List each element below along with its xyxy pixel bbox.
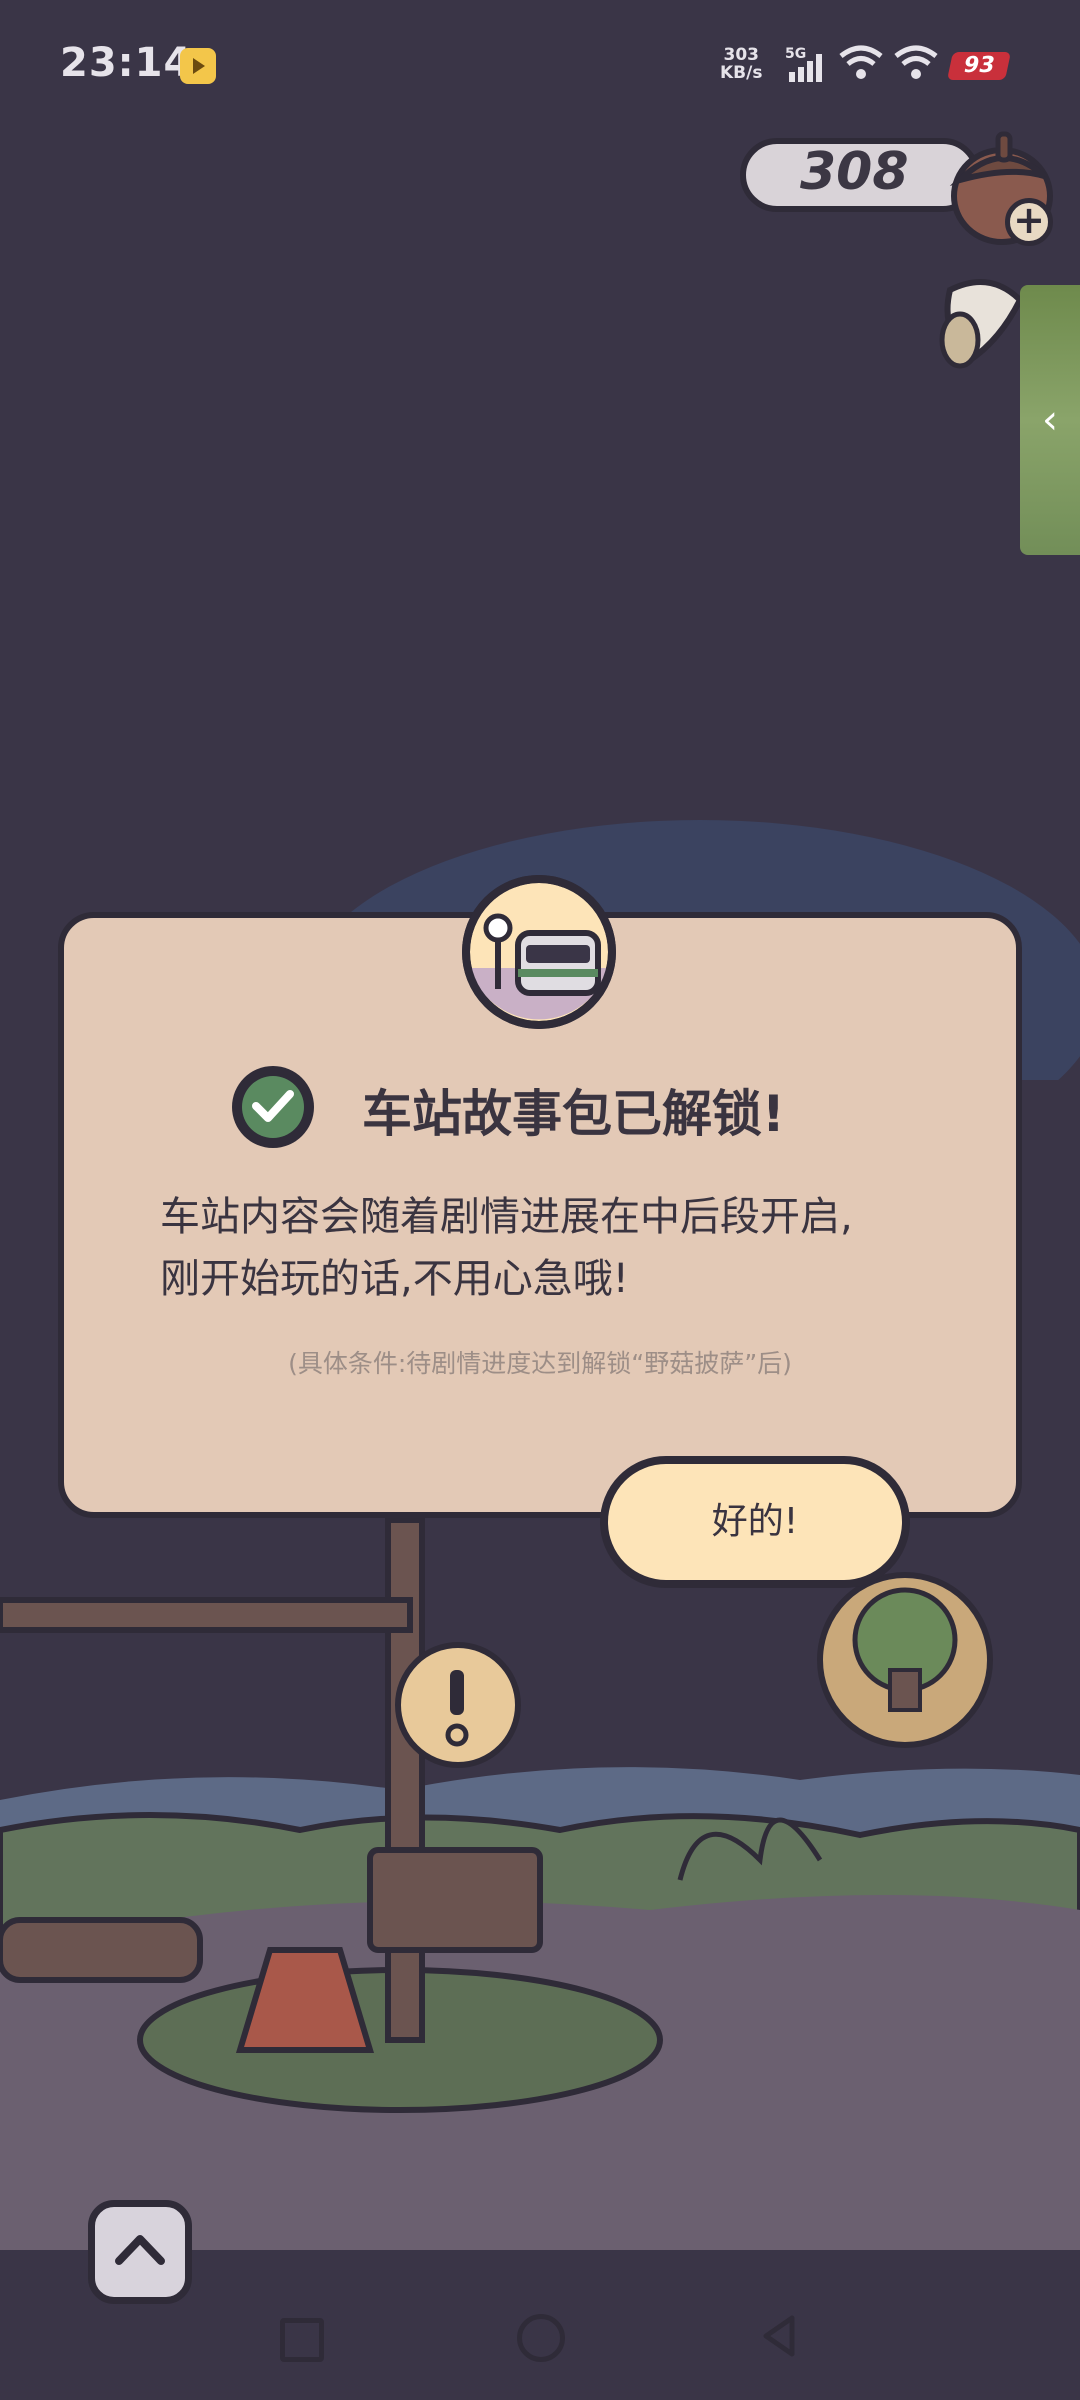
battery-indicator: 93 [947,52,1011,80]
train-station-icon [462,875,616,1029]
check-icon [232,1066,314,1148]
side-panel-toggle[interactable]: ‹ [1020,285,1080,555]
dialog-title: 车站故事包已解锁! [232,1066,848,1148]
add-currency-button[interactable]: + [1005,198,1053,246]
unlock-condition-note: (具体条件:待剧情进度达到解锁“野菇披萨”后) [288,1349,792,1378]
wifi-icon-2 [894,45,938,79]
network-type: 5G [785,46,806,62]
dialog-message: 车站内容会随着剧情进展在中后段开启, 刚开始玩的话,不用心急哦! [160,1186,950,1310]
dialog-title-text: 车站故事包已解锁! [362,1085,785,1143]
home-button[interactable] [517,2314,565,2362]
back-button[interactable] [758,2314,802,2358]
currency-value: 308 [800,142,909,202]
flying-critter-icon[interactable] [930,270,1025,380]
cell-signal-icon: 5G [785,46,822,82]
net-speed-value: 303 [723,45,759,65]
dialog-message-line1: 车站内容会随着剧情进展在中后段开启, [160,1194,853,1240]
recent-apps-button[interactable] [280,2318,324,2362]
net-speed-unit: KB/s [720,63,763,83]
video-app-icon [180,48,216,84]
ok-button[interactable]: 好的! [600,1456,910,1588]
status-bar: 23:14 303 KB/s 5G 93 [0,0,1080,130]
net-speed: 303 KB/s [720,46,762,82]
clock: 23:14 [60,40,193,86]
dialog-message-line2: 刚开始玩的话,不用心急哦! [160,1256,629,1302]
wifi-icon [839,45,883,79]
